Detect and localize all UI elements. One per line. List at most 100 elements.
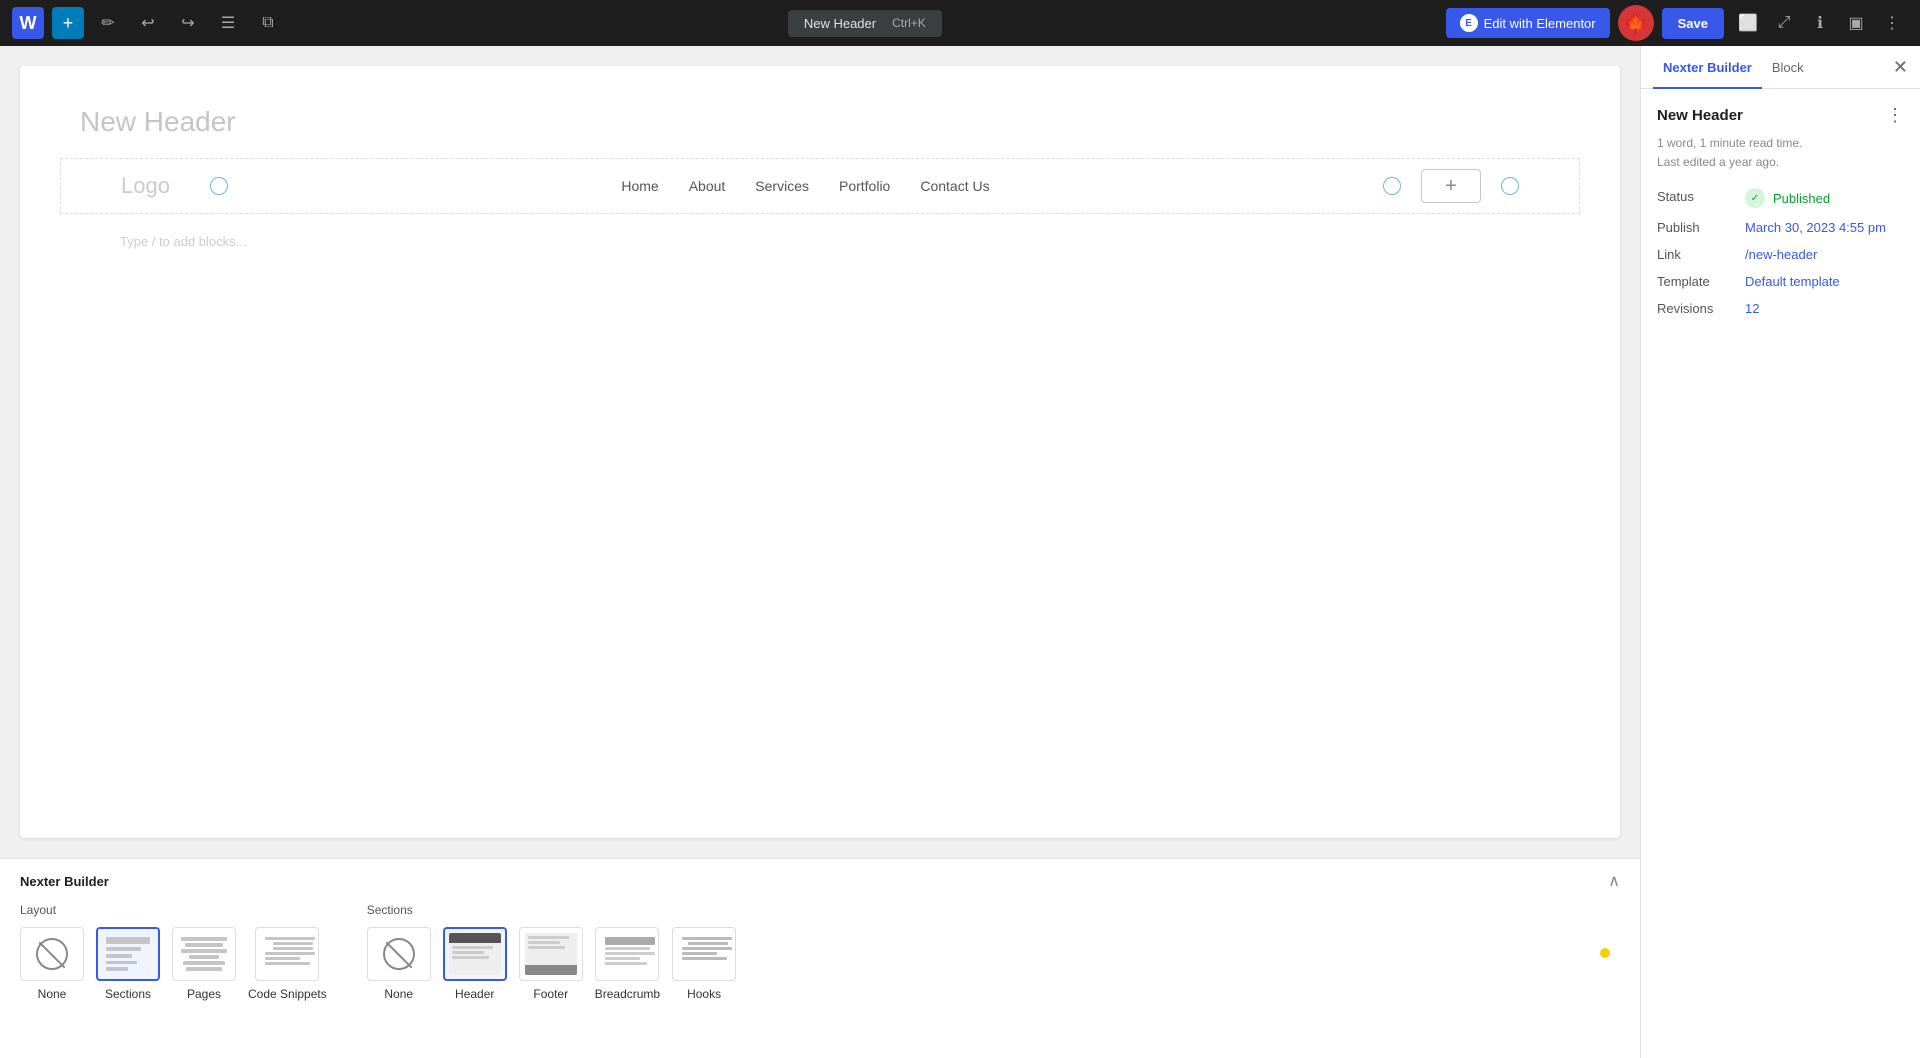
right-panel: Nexter Builder Block ✕ New Header ⋮ 1 wo… bbox=[1640, 46, 1920, 1058]
section-none-icon bbox=[367, 927, 431, 981]
section-none[interactable]: None bbox=[367, 927, 431, 1001]
layout-none[interactable]: None bbox=[20, 927, 84, 1001]
copy-button[interactable]: ⧉ bbox=[252, 7, 284, 39]
code-icon-shape bbox=[261, 933, 313, 975]
layout-code-snippets-icon bbox=[255, 927, 319, 981]
maple-button[interactable]: 🍁 bbox=[1618, 5, 1654, 41]
link-label: Link bbox=[1657, 247, 1737, 262]
desktop-view-button[interactable]: ⬜ bbox=[1732, 7, 1764, 39]
nav-services[interactable]: Services bbox=[755, 178, 809, 194]
tab-block-label: Block bbox=[1772, 60, 1804, 75]
hooks-icon-shape bbox=[678, 933, 730, 975]
pages-icon-shape bbox=[178, 933, 230, 975]
page-title-box[interactable]: New Header Ctrl+K bbox=[788, 10, 942, 37]
status-value[interactable]: Published bbox=[1773, 191, 1830, 206]
layout-code-snippets[interactable]: Code Snippets bbox=[248, 927, 327, 1001]
canvas-content: New Header Logo Home About Services Port… bbox=[20, 66, 1620, 838]
revisions-row: Revisions 12 bbox=[1657, 301, 1904, 316]
nav-portfolio[interactable]: Portfolio bbox=[839, 178, 890, 194]
layout-label: Layout bbox=[20, 903, 327, 917]
bottom-panel-title: Nexter Builder bbox=[20, 874, 109, 889]
toolbar-page-title: New Header bbox=[804, 16, 876, 31]
wp-logo[interactable]: W bbox=[12, 7, 44, 39]
more-options-button[interactable]: ⋮ bbox=[1876, 7, 1908, 39]
tab-block[interactable]: Block bbox=[1762, 46, 1814, 89]
section-hooks[interactable]: Hooks bbox=[672, 927, 736, 1001]
right-panel-body: New Header ⋮ 1 word, 1 minute read time.… bbox=[1641, 89, 1920, 1058]
revisions-label: Revisions bbox=[1657, 301, 1737, 316]
bottom-panel-collapse-button[interactable]: ∧ bbox=[1608, 871, 1620, 891]
section-footer-label: Footer bbox=[533, 987, 568, 1001]
block-title: New Header bbox=[1657, 107, 1743, 124]
template-label: Template bbox=[1657, 274, 1737, 289]
layout-none-icon bbox=[20, 927, 84, 981]
cursor-indicator bbox=[1600, 948, 1610, 958]
section-breadcrumb[interactable]: Breadcrumb bbox=[595, 927, 660, 1001]
canvas-footer-hint: Type / to add blocks... bbox=[20, 214, 1620, 269]
section-header-icon bbox=[443, 927, 507, 981]
layout-items: None bbox=[20, 927, 327, 1001]
section-none-label: None bbox=[384, 987, 413, 1001]
tools-button[interactable]: ✏ bbox=[92, 7, 124, 39]
status-value-group: ✓ Published bbox=[1745, 188, 1830, 208]
layout-sections[interactable]: Sections bbox=[96, 927, 160, 1001]
bottom-panel-header: Nexter Builder ∧ bbox=[20, 871, 1620, 891]
elementor-btn-label: Edit with Elementor bbox=[1484, 16, 1596, 31]
section-hooks-label: Hooks bbox=[687, 987, 721, 1001]
canvas-add-button[interactable]: + bbox=[1421, 169, 1481, 203]
layout-pages[interactable]: Pages bbox=[172, 927, 236, 1001]
status-label: Status bbox=[1657, 189, 1737, 204]
section-header[interactable]: Header bbox=[443, 927, 507, 1001]
main-area: New Header Logo Home About Services Port… bbox=[0, 46, 1920, 1058]
link-value[interactable]: /new-header bbox=[1745, 247, 1817, 262]
block-more-button[interactable]: ⋮ bbox=[1886, 105, 1904, 126]
sections-label: Sections bbox=[367, 903, 736, 917]
save-button[interactable]: Save bbox=[1662, 8, 1724, 39]
template-value[interactable]: Default template bbox=[1745, 274, 1840, 289]
elementor-icon: E bbox=[1460, 14, 1478, 32]
canvas-circle-1 bbox=[210, 177, 228, 195]
tab-nexter-builder[interactable]: Nexter Builder bbox=[1653, 46, 1762, 89]
toolbar-right: E Edit with Elementor 🍁 Save ⬜ ⤢ ℹ ▣ ⋮ bbox=[1446, 5, 1908, 41]
nav-home[interactable]: Home bbox=[621, 178, 658, 194]
canvas-area: New Header Logo Home About Services Port… bbox=[0, 46, 1640, 1058]
section-footer-icon bbox=[519, 927, 583, 981]
view-toggle-group: ⬜ ⤢ ℹ ▣ ⋮ bbox=[1732, 7, 1908, 39]
section-none-shape bbox=[383, 938, 415, 970]
layout-pages-label: Pages bbox=[187, 987, 221, 1001]
link-row: Link /new-header bbox=[1657, 247, 1904, 262]
header-icon-shape bbox=[449, 933, 501, 975]
bottom-panel: Nexter Builder ∧ Layout None bbox=[0, 858, 1640, 1058]
bottom-panel-content: Layout None bbox=[20, 903, 1620, 1001]
sidebar-toggle-button[interactable]: ▣ bbox=[1840, 7, 1872, 39]
layout-section: Layout None bbox=[20, 903, 327, 1001]
publish-row: Publish March 30, 2023 4:55 pm bbox=[1657, 220, 1904, 235]
revisions-value[interactable]: 12 bbox=[1745, 301, 1759, 316]
section-breadcrumb-icon bbox=[595, 927, 659, 981]
layout-none-label: None bbox=[38, 987, 67, 1001]
section-footer[interactable]: Footer bbox=[519, 927, 583, 1001]
right-panel-tabs: Nexter Builder Block ✕ bbox=[1641, 46, 1920, 89]
canvas-logo: Logo bbox=[121, 173, 170, 199]
redo-button[interactable]: ↪ bbox=[172, 7, 204, 39]
canvas-nav: Home About Services Portfolio Contact Us bbox=[228, 178, 1383, 194]
canvas-header-preview: Logo Home About Services Portfolio Conta… bbox=[60, 158, 1580, 214]
undo-button[interactable]: ↩ bbox=[132, 7, 164, 39]
list-view-button[interactable]: ☰ bbox=[212, 7, 244, 39]
external-link-button[interactable]: ⤢ bbox=[1768, 7, 1800, 39]
sections-icon-shape bbox=[102, 933, 154, 975]
nav-about[interactable]: About bbox=[689, 178, 726, 194]
canvas-page-title: New Header bbox=[20, 66, 1620, 158]
block-meta: 1 word, 1 minute read time. Last edited … bbox=[1657, 134, 1904, 172]
right-panel-close-button[interactable]: ✕ bbox=[1893, 58, 1908, 76]
canvas-circle-3 bbox=[1501, 177, 1519, 195]
template-row: Template Default template bbox=[1657, 274, 1904, 289]
nav-contact[interactable]: Contact Us bbox=[920, 178, 989, 194]
toolbar: W + ✏ ↩ ↪ ☰ ⧉ New Header Ctrl+K E Edit w… bbox=[0, 0, 1920, 46]
info-button[interactable]: ℹ bbox=[1804, 7, 1836, 39]
add-block-button[interactable]: + bbox=[52, 7, 84, 39]
edit-with-elementor-button[interactable]: E Edit with Elementor bbox=[1446, 8, 1610, 38]
publish-value[interactable]: March 30, 2023 4:55 pm bbox=[1745, 220, 1886, 235]
layout-code-snippets-label: Code Snippets bbox=[248, 987, 327, 1001]
sections-items: None bbox=[367, 927, 736, 1001]
